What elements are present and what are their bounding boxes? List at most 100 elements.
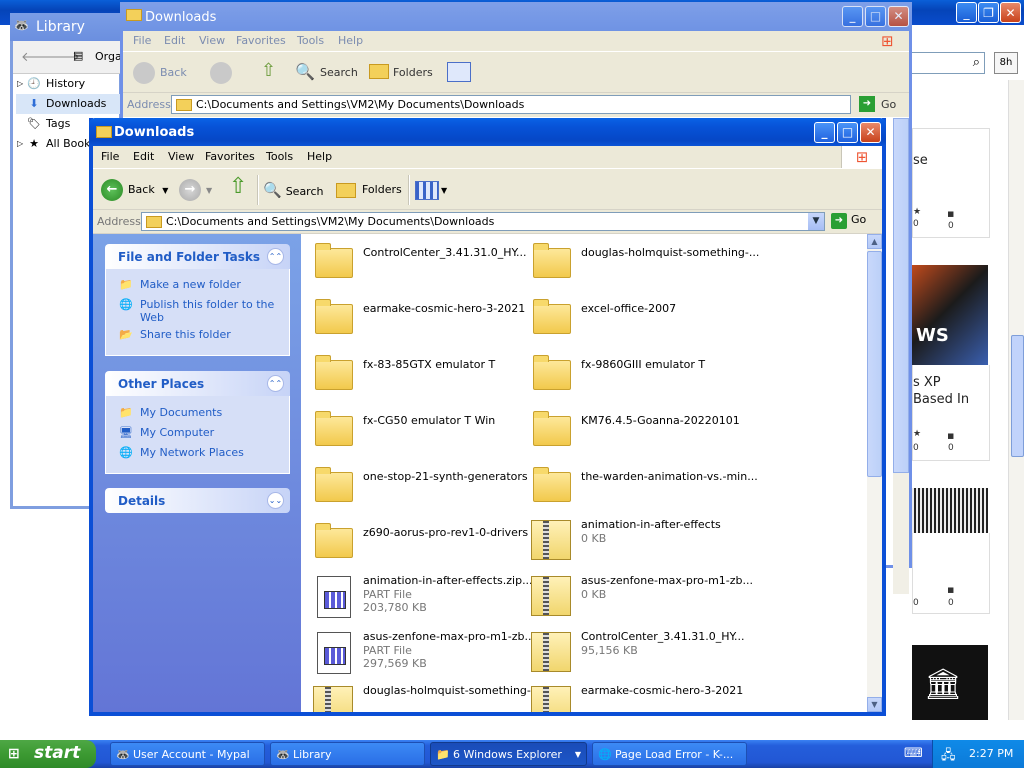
back-back-label[interactable]: Back: [160, 66, 187, 79]
forward-arrow-icon[interactable]: [210, 62, 232, 84]
menu-file[interactable]: File: [101, 150, 119, 163]
bg-maximize-button[interactable]: ❐: [978, 2, 999, 23]
bg-close-button[interactable]: ✕: [1000, 2, 1021, 23]
back-button[interactable]: ← Back ▼: [101, 178, 168, 202]
task-share-folder[interactable]: 📂 Share this folder: [118, 328, 231, 342]
views-button[interactable]: ▼: [415, 178, 447, 202]
organize-button[interactable]: Orga: [95, 50, 122, 63]
maximize-button[interactable]: □: [837, 122, 858, 143]
back-explorer-titlebar[interactable]: Downloads _ □ ✕: [120, 2, 912, 31]
back-close-button[interactable]: ✕: [888, 6, 909, 27]
file-item[interactable]: earmake-cosmic-hero-3-2021: [523, 680, 743, 712]
bg-card-2-image[interactable]: WS: [912, 265, 988, 365]
dropdown-arrow-icon[interactable]: ▼: [162, 186, 168, 195]
file-item[interactable]: fx-CG50 emulator T Win: [305, 402, 523, 454]
go-button[interactable]: ➜ Go: [831, 213, 866, 229]
minimize-button[interactable]: _: [814, 122, 835, 143]
file-item[interactable]: douglas-holmquist-something-...: [523, 234, 759, 286]
back-menu-tools[interactable]: Tools: [297, 34, 324, 47]
file-item[interactable]: excel-office-2007: [523, 290, 741, 342]
address-dropdown-button[interactable]: ▼: [808, 213, 824, 230]
file-item[interactable]: KM76.4.5-Goanna-20220101: [523, 402, 741, 454]
bg-card-3-image[interactable]: [912, 488, 988, 533]
up-folder-icon[interactable]: ⇧: [229, 175, 247, 199]
file-item[interactable]: asus-zenfone-max-pro-m1-zb... PART File 29…: [305, 626, 535, 678]
back-scrollbar[interactable]: [893, 118, 909, 594]
back-menu-help[interactable]: Help: [338, 34, 363, 47]
back-search-label[interactable]: Search: [320, 66, 358, 79]
file-item[interactable]: animation-in-after-effects.zip.... PART F…: [305, 570, 536, 622]
menu-edit[interactable]: Edit: [133, 150, 154, 163]
expand-arrow-icon[interactable]: ▷: [17, 134, 23, 154]
back-menu-favorites[interactable]: Favorites: [236, 34, 286, 47]
file-item[interactable]: animation-in-after-effects 0 KB: [523, 514, 741, 566]
expand-chevron-icon[interactable]: ⌄⌄: [267, 492, 284, 509]
search-button[interactable]: 🔍 Search: [263, 178, 323, 202]
bg-card-3[interactable]: 0 ▪ 0: [912, 533, 990, 614]
file-item[interactable]: ControlCenter_3.41.31.0_HY...: [305, 234, 527, 286]
library-item-downloads[interactable]: ⬇ Downloads: [16, 94, 121, 114]
collapse-chevron-icon[interactable]: ⌃⌃: [267, 375, 284, 392]
explorer-titlebar[interactable]: Downloads _ □ ✕: [89, 118, 886, 146]
file-item[interactable]: one-stop-21-synth-generators: [305, 458, 528, 510]
start-button[interactable]: ⊞ start: [0, 740, 96, 768]
library-titlebar[interactable]: 🦝 Library: [10, 13, 122, 41]
clock[interactable]: 2:27 PM: [969, 747, 1013, 760]
scroll-down-button[interactable]: ▼: [867, 697, 882, 712]
file-item[interactable]: z690-aorus-pro-rev1-0-drivers: [305, 514, 528, 566]
link-my-documents[interactable]: 📁 My Documents: [118, 406, 222, 420]
file-item[interactable]: fx-9860GIII emulator T: [523, 346, 741, 398]
back-go-label[interactable]: Go: [881, 98, 896, 111]
back-menu-view[interactable]: View: [199, 34, 225, 47]
scroll-up-button[interactable]: ▲: [867, 234, 882, 249]
library-item-history[interactable]: ▷ 🕘 History: [16, 74, 121, 94]
bg-card-1[interactable]: se ★ 0 ▪ 0: [912, 128, 990, 238]
file-list-scrollbar[interactable]: ▲ ▼: [867, 234, 882, 712]
folders-button[interactable]: Folders: [336, 178, 402, 202]
back-address-field[interactable]: C:\Documents and Settings\VM2\My Documen…: [171, 95, 851, 114]
menu-tools[interactable]: Tools: [266, 150, 293, 163]
forward-button[interactable]: → ▼: [179, 178, 212, 202]
back-menu-edit[interactable]: Edit: [164, 34, 185, 47]
link-my-computer[interactable]: 🖥 My Computer: [118, 426, 214, 440]
back-menu-file[interactable]: File: [133, 34, 151, 47]
file-item[interactable]: ControlCenter_3.41.31.0_HY... 95,156 KB: [523, 626, 745, 678]
bg-scrollbar[interactable]: [1008, 80, 1024, 720]
file-item[interactable]: douglas-holmquist-something-...: [305, 680, 541, 712]
menu-favorites[interactable]: Favorites: [205, 150, 255, 163]
bg-card-4-image[interactable]: 🏛: [912, 645, 988, 720]
back-folders-label[interactable]: Folders: [393, 66, 433, 79]
task-make-new-folder[interactable]: 📁 Make a new folder: [118, 278, 241, 292]
keyboard-icon[interactable]: ⌨: [904, 746, 923, 761]
taskbar-item-page-load-error[interactable]: 🌐 Page Load Error - K-...: [592, 742, 747, 766]
file-item[interactable]: earmake-cosmic-hero-3-2021: [305, 290, 525, 342]
taskbar-item-windows-explorer[interactable]: 📁 6 Windows Explorer ▼: [430, 742, 587, 766]
taskbar-item-user-account[interactable]: 🦝 User Account - Mypal: [110, 742, 265, 766]
address-field[interactable]: C:\Documents and Settings\VM2\My Documen…: [141, 212, 825, 231]
file-item[interactable]: fx-83-85GTX emulator T: [305, 346, 523, 398]
menu-help[interactable]: Help: [307, 150, 332, 163]
bg-8h-button[interactable]: 8h: [994, 52, 1018, 74]
bg-minimize-button[interactable]: _: [956, 2, 977, 23]
dropdown-arrow-icon[interactable]: ▼: [206, 186, 212, 195]
menu-view[interactable]: View: [168, 150, 194, 163]
views-icon[interactable]: [447, 62, 471, 82]
back-maximize-button[interactable]: □: [865, 6, 886, 27]
up-folder-icon[interactable]: ⇧: [261, 60, 276, 81]
task-publish-folder-web[interactable]: Web: [140, 311, 164, 324]
taskbar-item-library[interactable]: 🦝 Library: [270, 742, 425, 766]
file-item[interactable]: asus-zenfone-max-pro-m1-zb... 0 KB: [523, 570, 753, 622]
bg-card-2[interactable]: s XP Based In ★ 0 ▪ 0: [912, 365, 990, 461]
link-my-network-places[interactable]: 🌐 My Network Places: [118, 446, 244, 460]
bg-scroll-thumb[interactable]: [1011, 335, 1024, 457]
details-header[interactable]: Details ⌄⌄: [105, 488, 290, 513]
back-arrow-icon[interactable]: [133, 62, 155, 84]
back-scroll-thumb[interactable]: [893, 118, 909, 473]
scroll-thumb[interactable]: [867, 251, 882, 477]
task-publish-folder[interactable]: 🌐 Publish this folder to the: [118, 298, 274, 312]
dropdown-arrow-icon[interactable]: ▼: [441, 186, 447, 195]
close-button[interactable]: ✕: [860, 122, 881, 143]
file-item[interactable]: the-warden-animation-vs.-min...: [523, 458, 758, 510]
back-minimize-button[interactable]: _: [842, 6, 863, 27]
network-icon[interactable]: 🖧: [941, 746, 956, 768]
